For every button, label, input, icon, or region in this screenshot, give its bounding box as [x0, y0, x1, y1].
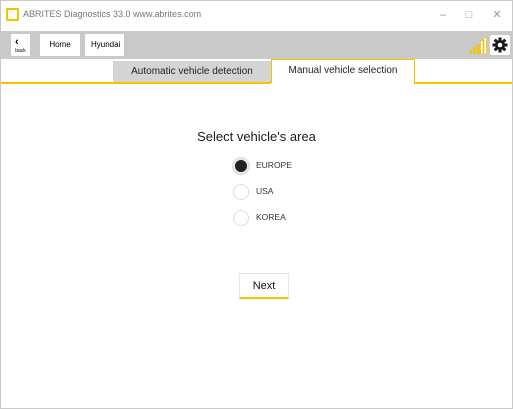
close-button[interactable]: ✕	[486, 5, 508, 25]
page-title: Select vehicle's area	[197, 129, 316, 144]
chevron-left-icon: ‹	[15, 36, 19, 48]
radio-label-europe: EUROPE	[256, 160, 292, 170]
back-button[interactable]: ‹ back	[11, 34, 30, 56]
radio-label-usa: USA	[256, 186, 274, 196]
toolbar: ‹ back Home Hyundai	[1, 31, 512, 59]
settings-button[interactable]	[490, 35, 510, 55]
gear-icon	[492, 37, 508, 53]
tab-underline-right	[414, 82, 512, 84]
title-bar: ABRITES Diagnostics 33.0 www.abrites.com…	[1, 1, 512, 31]
radio-label-korea: KOREA	[256, 212, 286, 222]
back-label: back	[15, 48, 26, 54]
breadcrumb-home[interactable]: Home	[40, 34, 80, 56]
tab-bar: Automatic vehicle detection Manual vehic…	[1, 59, 512, 83]
maximize-button[interactable]: □	[458, 5, 480, 25]
app-window: ABRITES Diagnostics 33.0 www.abrites.com…	[0, 0, 513, 409]
tab-underline-left	[1, 82, 271, 84]
radio-button-selected[interactable]	[233, 158, 249, 174]
tab-manual-selection[interactable]: Manual vehicle selection	[271, 59, 415, 83]
abrites-logo-icon	[6, 8, 19, 21]
breadcrumb-hyundai[interactable]: Hyundai	[85, 34, 124, 56]
tab-automatic-detection[interactable]: Automatic vehicle detection	[113, 61, 271, 83]
minimize-button[interactable]: –	[432, 5, 454, 25]
radio-button[interactable]	[233, 210, 249, 226]
window-title: ABRITES Diagnostics 33.0 www.abrites.com	[23, 9, 202, 19]
radio-button[interactable]	[233, 184, 249, 200]
signal-strength-icon	[470, 37, 487, 54]
next-button[interactable]: Next	[239, 273, 289, 299]
